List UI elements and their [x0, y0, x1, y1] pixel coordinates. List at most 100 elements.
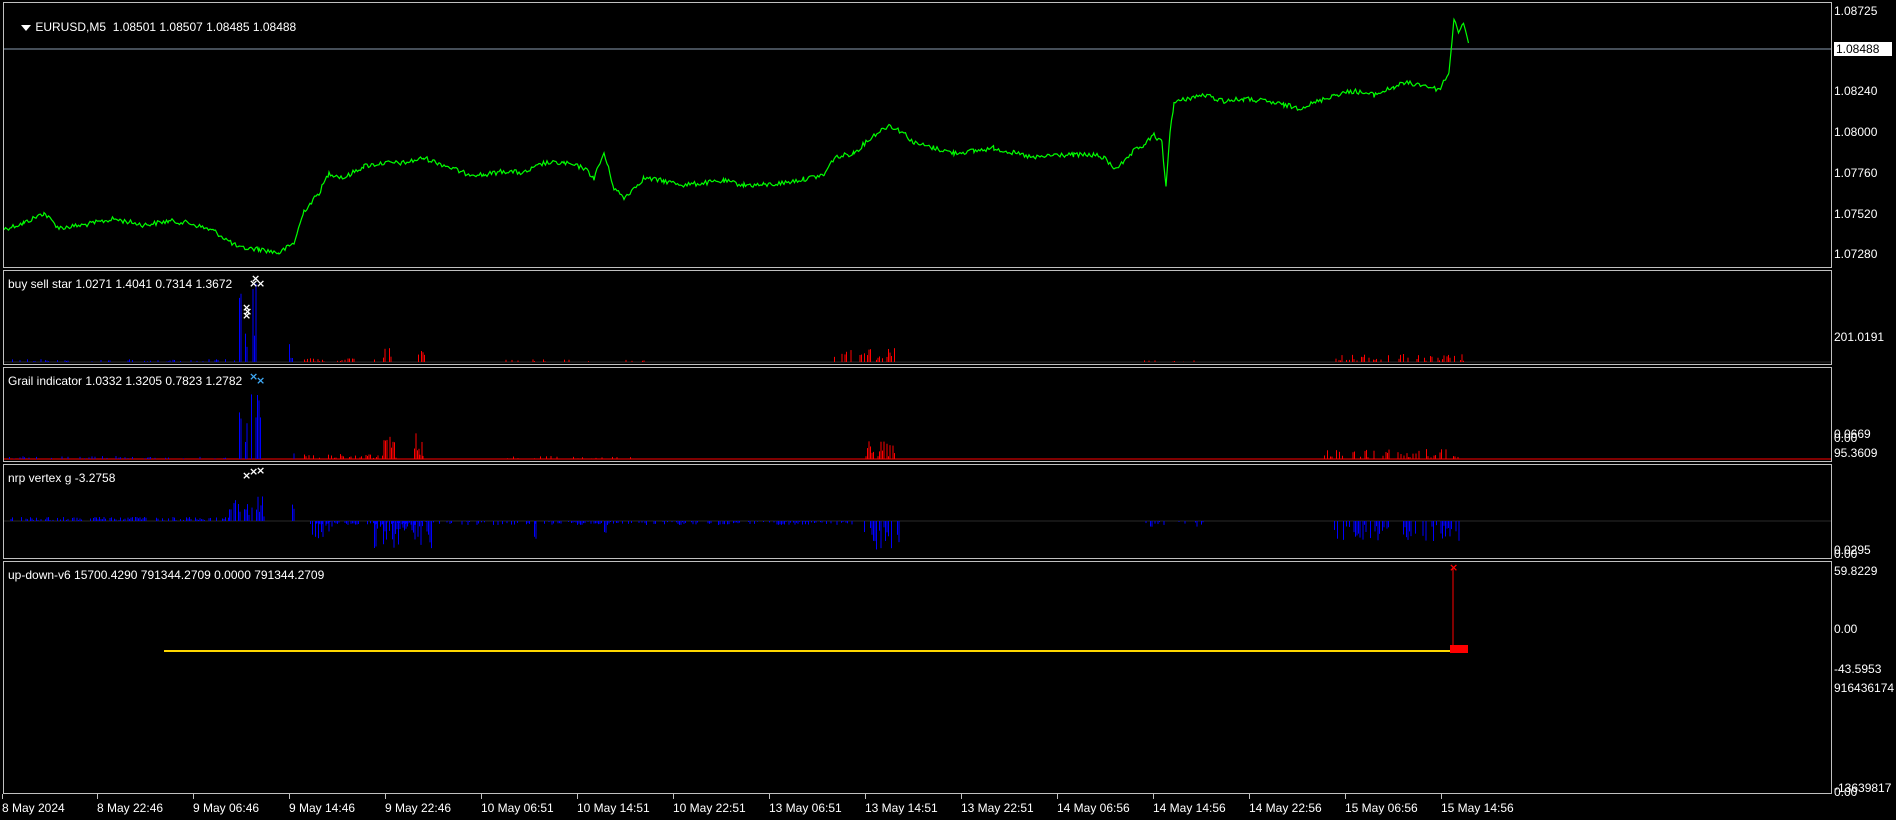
histogram-bar	[894, 453, 895, 459]
histogram-bar	[346, 521, 347, 524]
histogram-bar	[892, 445, 894, 459]
histogram-bar	[389, 436, 391, 459]
histogram-bar	[329, 521, 331, 523]
histogram-bar	[1441, 449, 1442, 459]
histogram-bar	[25, 518, 27, 521]
indicator-pane-grail[interactable]: × × Grail indicator 1.0332 1.3205 0.7823 …	[3, 367, 1832, 462]
histogram-bar	[127, 360, 129, 362]
histogram-bar	[123, 519, 124, 521]
histogram-bar	[328, 521, 330, 532]
histogram-bar	[1387, 452, 1388, 459]
histogram-bar	[553, 521, 554, 524]
histogram-bar	[139, 517, 141, 521]
histogram-bar	[888, 456, 889, 459]
histogram-bar	[1144, 360, 1145, 362]
indicator-label: nrp vertex g -3.2758	[8, 471, 116, 485]
histogram-bar	[340, 454, 341, 459]
histogram-bar	[49, 519, 51, 521]
histogram-bar	[551, 521, 553, 525]
histogram-bar	[871, 452, 873, 459]
histogram-bar	[376, 457, 377, 459]
scale-mid: 0.00	[1834, 622, 1858, 636]
time-axis-tick	[481, 794, 482, 799]
histogram-bar	[1386, 521, 1388, 529]
histogram-bar	[102, 456, 103, 459]
histogram-bar	[707, 521, 709, 524]
histogram-bar	[334, 521, 335, 523]
histogram-bar	[882, 358, 883, 362]
histogram-bar	[105, 518, 106, 521]
histogram-bar	[1455, 521, 1457, 532]
histogram-bar	[174, 359, 175, 362]
histogram-bar	[864, 353, 865, 362]
histogram-bar	[641, 521, 643, 523]
histogram-bar	[292, 504, 293, 521]
histogram-bar	[91, 456, 93, 459]
time-axis-label: 8 May 22:46	[97, 801, 164, 815]
histogram-bar	[100, 519, 102, 521]
histogram-bar	[466, 521, 467, 522]
histogram-bar	[308, 455, 310, 459]
histogram-bar	[27, 519, 28, 521]
histogram-bar	[361, 456, 362, 459]
histogram-bar	[691, 521, 692, 523]
scale-top: 201.0191	[1834, 330, 1885, 344]
histogram-bar	[851, 521, 853, 525]
indicator-label: buy sell star 1.0271 1.4041 0.7314 1.367…	[8, 277, 233, 291]
histogram-bar	[19, 360, 21, 362]
main-chart-pane[interactable]: EURUSD,M5 1.08501 1.08507 1.08485 1.0848…	[3, 2, 1832, 268]
histogram-bar	[310, 358, 311, 362]
histogram-bar	[1388, 521, 1389, 528]
indicator-pane-nrp-vertex[interactable]: × × × nrp vertex g -3.2758	[3, 464, 1832, 559]
histogram-bar	[292, 358, 293, 362]
histogram-bar	[33, 520, 34, 521]
histogram-bar	[199, 518, 201, 521]
histogram-bar	[820, 521, 821, 523]
histogram-bar	[10, 518, 12, 521]
histogram-bar	[1424, 357, 1425, 362]
histogram-bar	[1448, 521, 1449, 528]
histogram-bar	[1377, 521, 1379, 541]
histogram-bar	[347, 521, 349, 525]
indicator-pane-buy-sell-star[interactable]: × × × × × × buy sell star 1.0271 1.4041 0.731…	[3, 270, 1832, 365]
histogram-bar	[814, 521, 815, 523]
histogram-bar	[166, 361, 168, 362]
histogram-bar	[880, 521, 882, 549]
histogram-bar	[601, 457, 603, 459]
histogram-bar	[377, 521, 378, 529]
histogram-bar	[195, 517, 196, 521]
histogram-bar	[544, 521, 545, 524]
histogram-bar	[1403, 354, 1404, 362]
histogram-bar	[262, 496, 263, 521]
histogram-bar	[257, 496, 259, 521]
price-scale-label: 1.08240	[1834, 84, 1878, 98]
time-axis-label: 15 May 06:56	[1345, 801, 1418, 815]
histogram-bar	[391, 447, 392, 459]
histogram-bar	[643, 360, 645, 362]
indicator-pane-up-down[interactable]: × up-down-v6 15700.4290 791344.2709 0.00…	[3, 561, 1832, 794]
histogram-bar	[604, 521, 605, 533]
histogram-bar	[317, 359, 319, 362]
histogram-bar	[622, 521, 623, 524]
histogram-bar	[1422, 521, 1424, 536]
histogram-bar	[304, 454, 305, 459]
histogram-bar	[830, 521, 832, 524]
symbol-header: EURUSD,M5 1.08501 1.08507 1.08485 1.0848…	[8, 6, 296, 48]
histogram-bar	[737, 521, 739, 524]
histogram-bar	[1410, 521, 1412, 537]
histogram-bar	[1157, 521, 1159, 525]
histogram-bar	[138, 518, 139, 521]
histogram-bar	[214, 360, 216, 362]
current-price-tag: 1.08488	[1834, 42, 1892, 56]
collapse-triangle-icon[interactable]	[21, 24, 32, 31]
histogram-bar	[557, 521, 559, 524]
histogram-bar	[535, 521, 537, 539]
histogram-bar	[577, 521, 578, 525]
histogram-bar	[1406, 453, 1408, 459]
histogram-bar	[163, 520, 165, 521]
histogram-bar	[605, 521, 607, 533]
histogram-bar	[144, 458, 145, 459]
histogram-bar	[22, 456, 24, 459]
histogram-bar	[245, 441, 246, 459]
up-down-chart: ×	[164, 562, 1468, 653]
